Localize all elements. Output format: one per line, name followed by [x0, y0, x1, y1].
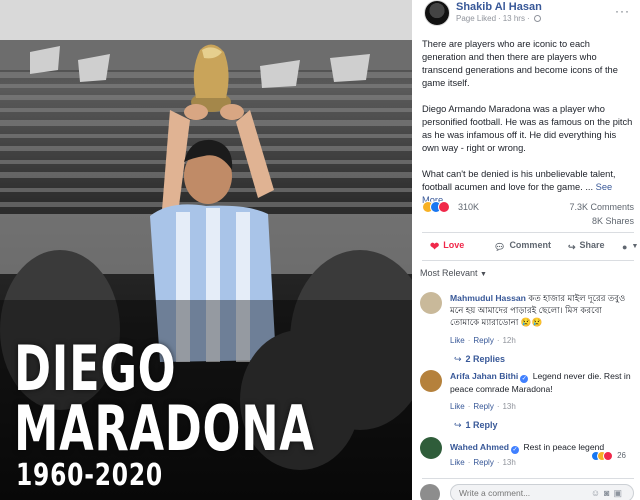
reaction-icons	[422, 201, 450, 214]
reply-link[interactable]: Reply	[473, 402, 493, 411]
comment-reactions[interactable]: 26	[590, 451, 626, 461]
comment-body: Arifa Jahan Bithi ✓ Legend never die. Res…	[450, 370, 632, 395]
commenter-name[interactable]: Wahed Ahmed	[450, 442, 509, 452]
like-link[interactable]: Like	[450, 402, 465, 411]
replies-count: 1 Reply	[465, 420, 498, 430]
verified-icon: ✓	[511, 446, 520, 454]
post-text: There are players who are iconic to each…	[422, 38, 634, 220]
gif-icon[interactable]: ▣	[613, 488, 626, 498]
view-replies-link[interactable]: ↪ 1 Reply	[454, 420, 498, 431]
divider	[422, 260, 634, 261]
comment-icon: 💬︎	[494, 242, 506, 252]
page-avatar[interactable]	[424, 0, 450, 26]
comment: Arifa Jahan Bithi ✓ Legend never die. Res…	[420, 370, 634, 420]
comment-body: Mahmudul Hassan কত হাজার মাইল দূরের তবুও…	[450, 292, 632, 328]
post-meta: Page Liked · 13 hrs ·	[456, 14, 541, 23]
post-paragraph: Diego Armando Maradona was a player who …	[422, 104, 633, 153]
comment: Mahmudul Hassan কত হাজার মাইল দূরের তবুও…	[420, 292, 634, 362]
post-photo[interactable]: DIEGO MARADONA 1960-2020	[0, 0, 412, 500]
love-label: Love	[443, 240, 465, 250]
replies-count: 2 Replies	[465, 354, 506, 364]
user-avatar	[420, 484, 440, 500]
post-panel: Shakib Al Hasan Page Liked · 13 hrs · ··· T…	[412, 0, 640, 500]
comment-time[interactable]: 12h	[502, 336, 515, 345]
composer-icons: ☺◙▣	[591, 488, 626, 499]
poster-last-name: MARADONA	[14, 392, 315, 465]
verified-icon: ✓	[520, 375, 529, 383]
share-count[interactable]: 8K Shares	[592, 216, 634, 226]
comment-time[interactable]: 13h	[502, 402, 515, 411]
page-liked-status: Page Liked	[456, 14, 497, 23]
comment-time[interactable]: 13h	[502, 458, 515, 467]
post-header: Shakib Al Hasan Page Liked · 13 hrs · ···	[412, 0, 640, 30]
post-actions: ❤ Love 💬︎ Comment ↪ Share ● ▼	[422, 238, 640, 258]
comment-sort-dropdown[interactable]: Most Relevant ▼	[420, 268, 487, 278]
poster-years: 1960-2020	[16, 458, 163, 493]
comment-button[interactable]: 💬︎ Comment	[494, 240, 551, 253]
comment-actions: Like · Reply · 13h	[450, 402, 516, 411]
like-link[interactable]: Like	[450, 458, 465, 467]
commenter-avatar[interactable]	[420, 292, 442, 314]
comment-count[interactable]: 7.3K Comments	[569, 202, 634, 212]
chevron-down-icon: ▼	[631, 243, 639, 250]
reply-arrow-icon: ↪	[454, 420, 462, 430]
commenter-name[interactable]: Arifa Jahan Bithi	[450, 371, 518, 381]
post-paragraph: There are players who are iconic to each…	[422, 39, 618, 88]
comment: Wahed Ahmed ✓ Rest in peace legend Like · R…	[420, 437, 634, 473]
post-time[interactable]: 13 hrs	[503, 14, 525, 23]
share-button[interactable]: ↪ Share	[568, 240, 605, 253]
share-icon: ↪	[568, 242, 576, 252]
audience-selector[interactable]: ● ▼	[622, 240, 638, 252]
comment-composer: ☺◙▣	[420, 484, 640, 500]
like-link[interactable]: Like	[450, 336, 465, 345]
sort-label: Most Relevant	[420, 268, 478, 278]
comment-label: Comment	[509, 240, 551, 250]
reply-arrow-icon: ↪	[454, 354, 462, 364]
emoji: 😢😢	[520, 317, 543, 327]
commenter-avatar[interactable]	[420, 437, 442, 459]
comment-actions: Like · Reply · 12h	[450, 336, 516, 345]
heart-icon: ❤	[430, 241, 440, 253]
love-button[interactable]: ❤ Love	[430, 240, 464, 253]
love-reaction-icon	[438, 201, 450, 213]
divider	[422, 478, 634, 479]
reply-link[interactable]: Reply	[473, 336, 493, 345]
chevron-down-icon: ▼	[480, 271, 487, 278]
commenter-avatar[interactable]	[420, 370, 442, 392]
comment-reaction-count: 26	[617, 451, 626, 460]
globe-avatar-icon: ●	[622, 242, 628, 252]
poster-first-name: DIEGO	[14, 332, 177, 405]
view-replies-link[interactable]: ↪ 2 Replies	[454, 354, 505, 365]
more-options-icon[interactable]: ···	[615, 4, 630, 18]
reply-link[interactable]: Reply	[473, 458, 493, 467]
commenter-name[interactable]: Mahmudul Hassan	[450, 293, 526, 303]
globe-icon	[533, 15, 541, 22]
reaction-count[interactable]: 310K	[458, 202, 479, 212]
page-name[interactable]: Shakib Al Hasan	[456, 1, 542, 13]
love-reaction-icon	[602, 451, 613, 461]
emoji-icon[interactable]: ☺	[591, 488, 604, 498]
reactions-summary[interactable]: 310K 7.3K Comments	[422, 200, 634, 216]
divider	[422, 232, 634, 233]
share-label: Share	[579, 240, 605, 250]
comment-actions: Like · Reply · 13h	[450, 458, 516, 467]
post-paragraph-text: What can't be denied is his unbelievable…	[422, 169, 616, 192]
